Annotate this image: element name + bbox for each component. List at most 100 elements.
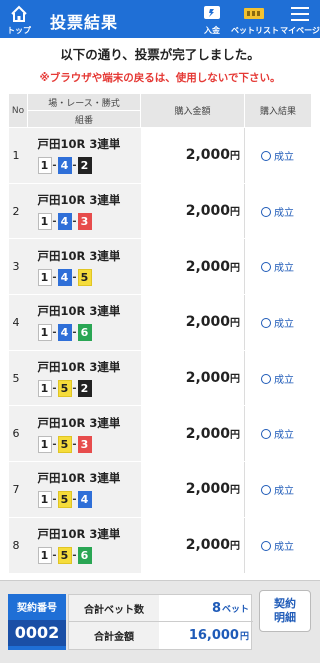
result-text: 成立 bbox=[274, 151, 294, 163]
boat-number-second: 4 bbox=[57, 157, 72, 175]
boat-number-first: 1 bbox=[37, 380, 52, 398]
top-button[interactable]: トップ bbox=[2, 0, 36, 38]
result-cell: 成立 bbox=[244, 405, 312, 463]
circle-icon bbox=[261, 150, 271, 161]
mypage-button[interactable]: マイページ bbox=[280, 0, 320, 38]
amount-value: 2,000 bbox=[185, 537, 230, 554]
table-row: 8 戸田10R 3連単 1-5-6 2,000円 成立 bbox=[8, 516, 312, 574]
amount-value: 2,000 bbox=[185, 314, 230, 331]
detail-button-line2: 明細 bbox=[274, 611, 296, 624]
amount-cell: 2,000円 bbox=[140, 182, 245, 240]
deposit-button[interactable]: 入金 bbox=[197, 0, 227, 38]
combination: 1-5-3 bbox=[37, 435, 141, 453]
result-text: 成立 bbox=[274, 541, 294, 553]
table-row: 1 戸田10R 3連単 1-4-2 2,000円 成立 bbox=[8, 127, 312, 184]
boat-number-second: 5 bbox=[57, 380, 72, 398]
table-row: 5 戸田10R 3連単 1-5-2 2,000円 成立 bbox=[8, 349, 312, 407]
combination: 1-4-3 bbox=[37, 213, 141, 231]
combination: 1-5-4 bbox=[37, 491, 141, 509]
circle-icon bbox=[261, 262, 271, 273]
home-icon bbox=[11, 5, 27, 22]
betlist-label: ベットリスト bbox=[231, 26, 279, 35]
circle-icon bbox=[261, 484, 271, 495]
wallet-icon bbox=[204, 6, 220, 19]
amount-cell: 2,000円 bbox=[140, 516, 245, 574]
race-cell: 戸田10R 3連単 1-4-2 bbox=[27, 127, 141, 184]
row-no: 4 bbox=[8, 294, 28, 351]
ticket-icon bbox=[244, 8, 264, 19]
header-place-race-type: 場・レース・勝式 bbox=[27, 93, 141, 111]
header-result: 購入結果 bbox=[244, 93, 312, 128]
betlist-button[interactable]: ベットリスト bbox=[231, 0, 279, 38]
race-cell: 戸田10R 3連単 1-4-3 bbox=[27, 182, 141, 240]
combination: 1-5-2 bbox=[37, 380, 141, 398]
contract-number-box: 契約番号 0002 bbox=[8, 594, 66, 650]
race-cell: 戸田10R 3連単 1-5-2 bbox=[27, 349, 141, 407]
circle-icon bbox=[261, 429, 271, 440]
boat-number-second: 4 bbox=[57, 213, 72, 231]
result-cell: 成立 bbox=[244, 516, 312, 574]
boat-number-first: 1 bbox=[37, 268, 52, 286]
race-name: 戸田10R 3連単 bbox=[37, 193, 121, 208]
amount-cell: 2,000円 bbox=[140, 127, 245, 184]
boat-number-first: 1 bbox=[37, 324, 52, 342]
circle-icon bbox=[261, 540, 271, 551]
deposit-label: 入金 bbox=[204, 26, 220, 35]
circle-icon bbox=[261, 317, 271, 328]
combination: 1-4-2 bbox=[37, 157, 141, 175]
header-amount: 購入金額 bbox=[140, 93, 245, 128]
row-no: 2 bbox=[8, 182, 28, 240]
result-text: 成立 bbox=[274, 263, 294, 275]
amount-value: 2,000 bbox=[185, 370, 230, 387]
total-bets-unit: ベット bbox=[221, 604, 249, 615]
warning-message: ※ブラウザや端末の戻るは、使用しないで下さい。 bbox=[39, 72, 281, 84]
result-text: 成立 bbox=[274, 430, 294, 442]
race-cell: 戸田10R 3連単 1-5-4 bbox=[27, 461, 141, 518]
combination: 1-4-6 bbox=[37, 324, 141, 342]
boat-number-first: 1 bbox=[37, 491, 52, 509]
top-label: トップ bbox=[7, 26, 31, 35]
race-name: 戸田10R 3連単 bbox=[37, 471, 121, 486]
amount-value: 2,000 bbox=[185, 203, 230, 220]
amount-cell: 2,000円 bbox=[140, 238, 245, 296]
race-name: 戸田10R 3連単 bbox=[37, 137, 121, 152]
boat-number-second: 5 bbox=[57, 435, 72, 453]
row-no: 6 bbox=[8, 405, 28, 463]
row-no: 1 bbox=[8, 127, 28, 184]
contract-number-value: 0002 bbox=[8, 620, 66, 646]
contract-number-label: 契約番号 bbox=[17, 603, 57, 614]
table-row: 4 戸田10R 3連単 1-4-6 2,000円 成立 bbox=[8, 294, 312, 351]
boat-number-third: 2 bbox=[77, 157, 92, 175]
total-amount-label: 合計金額 bbox=[69, 622, 159, 649]
row-no: 7 bbox=[8, 461, 28, 518]
race-cell: 戸田10R 3連単 1-4-5 bbox=[27, 238, 141, 296]
table-row: 2 戸田10R 3連単 1-4-3 2,000円 成立 bbox=[8, 182, 312, 240]
row-no: 5 bbox=[8, 349, 28, 407]
total-bets-label: 合計ベット数 bbox=[69, 595, 159, 621]
combination: 1-5-6 bbox=[37, 547, 141, 565]
amount-cell: 2,000円 bbox=[140, 294, 245, 351]
boat-number-first: 1 bbox=[37, 157, 52, 175]
app-header: トップ 投票結果 入金 ベットリスト マイページ bbox=[0, 0, 320, 38]
contract-detail-button[interactable]: 契約 明細 bbox=[259, 590, 311, 632]
result-cell: 成立 bbox=[244, 182, 312, 240]
amount-value: 2,000 bbox=[185, 258, 230, 275]
race-name: 戸田10R 3連単 bbox=[37, 248, 121, 263]
amount-unit: 円 bbox=[230, 374, 240, 386]
boat-number-second: 5 bbox=[57, 491, 72, 509]
race-name: 戸田10R 3連単 bbox=[37, 304, 121, 319]
boat-number-second: 5 bbox=[57, 547, 72, 565]
result-cell: 成立 bbox=[244, 461, 312, 518]
total-bets-value: 8 bbox=[211, 600, 221, 616]
race-name: 戸田10R 3連単 bbox=[37, 415, 121, 430]
boat-number-first: 1 bbox=[37, 435, 52, 453]
result-cell: 成立 bbox=[244, 127, 312, 184]
amount-value: 2,000 bbox=[185, 147, 230, 164]
result-text: 成立 bbox=[274, 374, 294, 386]
results-table: No 場・レース・勝式 購入金額 購入結果 組番 1 戸田10R 3連単 1-4-2… bbox=[8, 93, 312, 574]
amount-unit: 円 bbox=[230, 485, 240, 497]
race-cell: 戸田10R 3連単 1-4-6 bbox=[27, 294, 141, 351]
row-no: 3 bbox=[8, 238, 28, 296]
circle-icon bbox=[261, 206, 271, 217]
result-text: 成立 bbox=[274, 318, 294, 330]
